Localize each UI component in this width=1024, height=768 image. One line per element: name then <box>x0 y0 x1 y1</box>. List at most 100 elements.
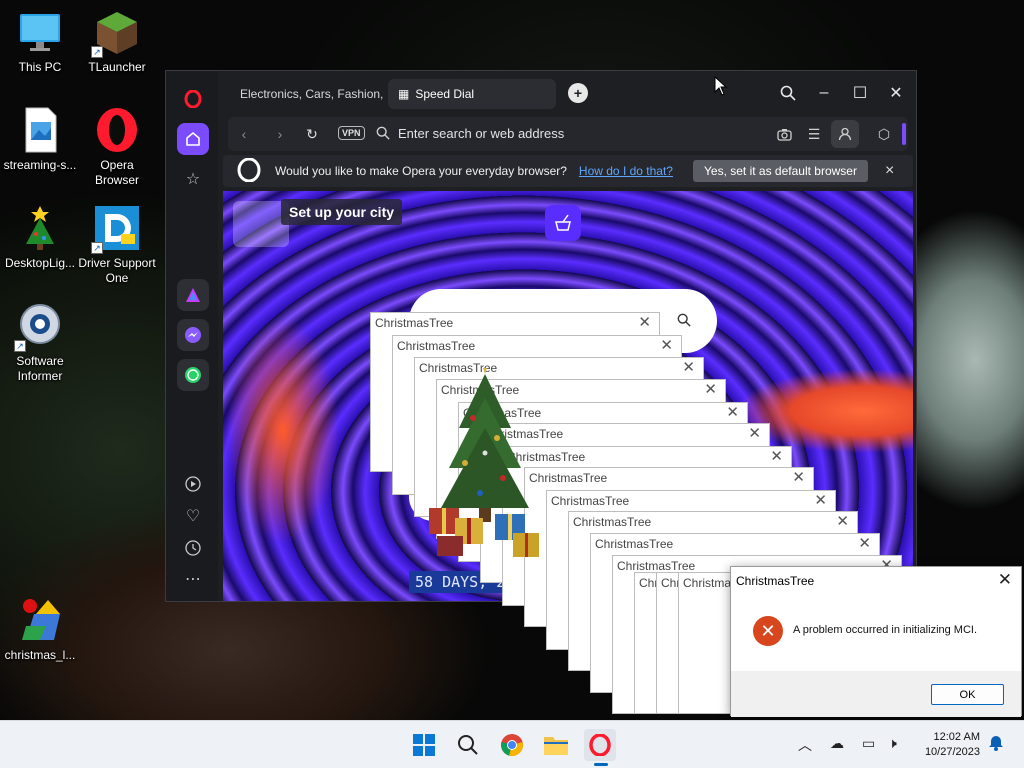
popup-title: ChristmasTree <box>595 537 674 551</box>
reload-icon[interactable]: ↻ <box>302 124 322 144</box>
shortcut-arrow-icon: ↗ <box>14 340 26 352</box>
popup-close-icon[interactable]: ✕ <box>660 336 673 354</box>
speaker-muted-icon[interactable]: 🕨 <box>888 735 897 752</box>
ok-button[interactable]: OK <box>931 684 1004 705</box>
desktop-icon-driver-support[interactable]: ↗ Driver Support One <box>77 204 157 286</box>
file-explorer-icon[interactable] <box>540 729 572 761</box>
desktop-icon-software-informer[interactable]: ↗ Software Informer <box>0 302 80 384</box>
taskbar-search-icon[interactable] <box>452 729 484 761</box>
desktop-icon-this-pc[interactable]: This PC <box>0 8 80 75</box>
history-clock-icon[interactable] <box>177 532 209 564</box>
notification-bell-icon[interactable] <box>988 735 1004 754</box>
desktop-icon-tlauncher[interactable]: ↗ TLauncher <box>77 8 157 75</box>
aria-ai-icon[interactable] <box>177 279 209 311</box>
error-dialog-title: ChristmasTree <box>736 574 815 588</box>
windows-start-icon[interactable] <box>408 729 440 761</box>
messenger-icon[interactable] <box>177 319 209 351</box>
popup-title: ChristmasTree <box>551 494 630 508</box>
error-message: A problem occurred in initializing MCI. <box>793 624 978 636</box>
desktop-icon-desktoplights[interactable]: DesktopLig... <box>0 204 80 271</box>
vpn-badge[interactable]: VPN <box>338 126 365 140</box>
desktop-icon-christmas[interactable]: christmas_l... <box>0 596 80 663</box>
tab-electronics[interactable]: Electronics, Cars, Fashion, <box>222 79 384 109</box>
error-dialog: ChristmasTree ✕ ✕ A problem occurred in … <box>730 566 1022 717</box>
popup-close-icon[interactable]: ✕ <box>770 447 783 465</box>
christmas-tree-icon <box>16 204 64 252</box>
cloud-tray-icon[interactable]: ☁ <box>830 735 844 752</box>
popup-close-icon[interactable]: ✕ <box>814 491 827 509</box>
set-default-button[interactable]: Yes, set it as default browser <box>693 160 868 182</box>
clock-date: 10/27/2023 <box>924 746 980 758</box>
opera-running-indicator <box>594 763 608 766</box>
error-x-icon: ✕ <box>753 616 783 646</box>
forward-arrow-icon[interactable]: › <box>270 124 290 144</box>
error-dialog-body: ✕ A problem occurred in initializing MCI… <box>731 597 1021 671</box>
popup-close-icon[interactable]: ✕ <box>836 512 849 530</box>
address-input[interactable]: Enter search or web address <box>398 126 564 141</box>
more-dots-icon[interactable]: ⋯ <box>177 563 209 595</box>
popup-close-icon[interactable]: ✕ <box>792 468 805 486</box>
mouse-cursor-icon <box>714 75 728 101</box>
search-tabs-icon[interactable] <box>770 79 806 107</box>
desktop-icon-label: christmas_l... <box>4 648 76 662</box>
player-icon[interactable] <box>177 468 209 500</box>
easy-setup-icon[interactable]: ☰ <box>804 124 824 144</box>
close-window-button[interactable]: ✕ <box>878 79 914 107</box>
display-tray-icon[interactable]: ▭ <box>862 735 875 752</box>
camera-icon[interactable] <box>774 124 794 144</box>
tab-speed-dial[interactable]: ▦ Speed Dial <box>388 79 556 109</box>
popup-close-icon[interactable]: ✕ <box>704 380 717 398</box>
software-informer-icon: ↗ <box>14 302 64 352</box>
new-tab-button[interactable]: + <box>568 83 588 103</box>
browser-sidebar: ☆ ♡ ⋯ <box>166 71 218 601</box>
heart-icon[interactable]: ♡ <box>177 500 209 532</box>
system-clock[interactable]: 12:02 AM 10/27/2023 <box>925 730 980 760</box>
popup-close-icon[interactable]: ✕ <box>682 358 695 376</box>
taskbar: ︿ ☁ ▭ 🕨 12:02 AM 10/27/2023 <box>0 720 1024 768</box>
popup-title: ChristmasTree <box>375 316 454 330</box>
desktop-icon-label: Driver Support One <box>78 256 156 285</box>
search-icon <box>376 126 390 145</box>
opera-menu-icon[interactable] <box>177 83 209 115</box>
setup-city-label: Set up your city <box>289 204 395 220</box>
profile-icon[interactable] <box>831 120 859 148</box>
clock-time: 12:02 AM <box>933 731 980 743</box>
extensions-cube-icon[interactable]: ⬡ <box>874 124 894 144</box>
desktop-icon-label: Software Informer <box>16 354 64 383</box>
speed-dial-icon: ▦ <box>398 87 410 101</box>
shortcut-arrow-icon: ↗ <box>91 46 103 58</box>
driver-support-icon: ↗ <box>91 204 141 254</box>
popup-close-icon[interactable]: ✕ <box>726 403 739 421</box>
desktop-icon-label: This PC <box>18 60 62 74</box>
desktop-icon-label: Opera Browser <box>94 158 139 187</box>
sidebar-accent <box>902 123 906 145</box>
popup-close-icon[interactable]: ✕ <box>858 534 871 552</box>
cauldron-icon[interactable] <box>545 205 581 241</box>
popup-title: ChristmasTree <box>573 515 652 529</box>
whatsapp-icon[interactable] <box>177 359 209 391</box>
how-to-link[interactable]: How do I do that? <box>579 164 673 178</box>
close-prompt-icon[interactable]: × <box>885 162 894 180</box>
back-arrow-icon[interactable]: ‹ <box>234 124 254 144</box>
maximize-button[interactable]: ☐ <box>842 79 878 107</box>
chrome-icon[interactable] <box>496 729 528 761</box>
minimize-button[interactable]: – <box>806 79 842 107</box>
desktop-icon-streaming[interactable]: streaming-s... <box>0 106 80 173</box>
minecraft-block-icon: ↗ <box>91 8 141 58</box>
popup-close-icon[interactable]: ✕ <box>638 313 651 331</box>
error-dialog-close-icon[interactable]: ✕ <box>998 570 1012 590</box>
default-browser-prompt: Would you like to make Opera your everyd… <box>223 155 913 187</box>
desktop-icon-label: DesktopLig... <box>4 256 76 270</box>
popup-close-icon[interactable]: ✕ <box>748 424 761 442</box>
search-box-icon[interactable] <box>677 313 691 332</box>
desktop-icon-opera[interactable]: Opera Browser <box>77 106 157 188</box>
setup-city-button[interactable]: Set up your city <box>281 199 403 225</box>
star-icon[interactable]: ☆ <box>177 163 209 195</box>
tab-label: Speed Dial <box>415 87 475 101</box>
prompt-message: Would you like to make Opera your everyd… <box>275 164 567 178</box>
tab-bar: Electronics, Cars, Fashion, ▦ Speed Dial… <box>218 71 916 115</box>
desktop-icon-label: streaming-s... <box>3 158 77 172</box>
home-icon[interactable] <box>177 123 209 155</box>
tray-overflow-chevron-icon[interactable]: ︿ <box>798 735 812 755</box>
opera-taskbar-icon[interactable] <box>584 729 616 761</box>
